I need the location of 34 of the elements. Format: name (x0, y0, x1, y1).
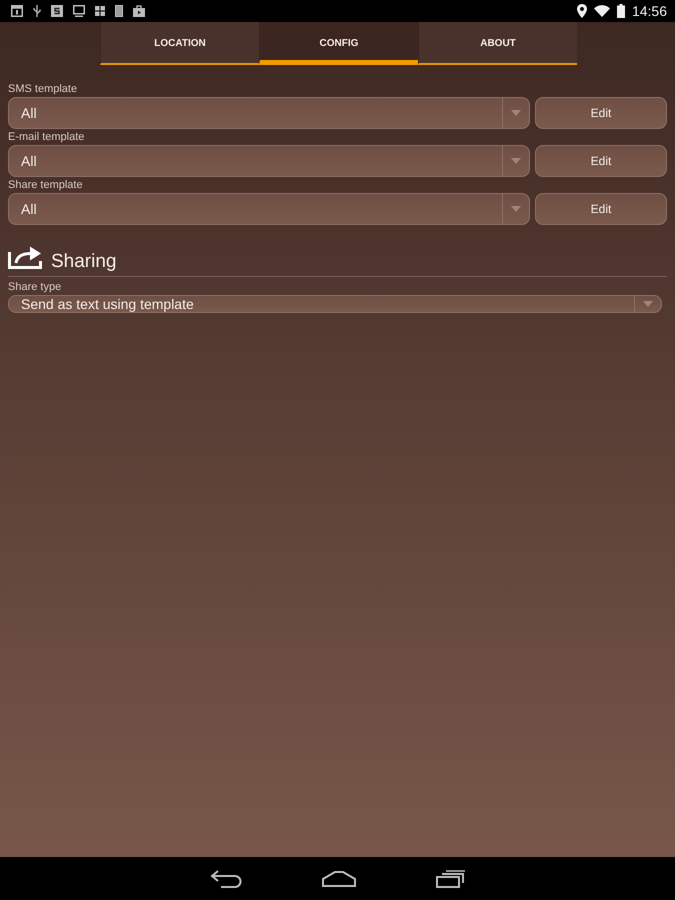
location-pin-icon (576, 4, 587, 18)
status-time: 14:56 (632, 3, 667, 19)
dropdown-caret-icon (643, 301, 653, 307)
dropdown-caret-icon (511, 206, 521, 212)
edit-button[interactable]: Edit (535, 97, 667, 129)
recent-apps-icon[interactable] (436, 870, 466, 888)
field-label: SMS template (8, 82, 78, 97)
field-label: Share type (8, 280, 62, 295)
briefcase-icon (133, 5, 145, 17)
app-icon (51, 5, 63, 17)
section-title: Sharing (51, 250, 116, 274)
tab[interactable]: LOCATION (100, 22, 259, 65)
template-dropdown[interactable]: All (8, 193, 530, 225)
template-dropdown[interactable]: All (8, 145, 530, 177)
device-icon (115, 5, 123, 17)
monitor-icon (73, 5, 85, 17)
share-type-dropdown[interactable]: Send as text using template (8, 295, 662, 313)
share-icon (8, 246, 42, 269)
window-icon (11, 5, 23, 17)
field-label: Share template (8, 178, 83, 193)
battery-icon (616, 4, 625, 18)
wifi-icon (594, 5, 610, 17)
field-label: E-mail template (8, 130, 84, 145)
tab[interactable]: ABOUT (418, 22, 577, 65)
dropdown-caret-icon (511, 158, 521, 164)
edit-button[interactable]: Edit (535, 145, 667, 177)
tab[interactable]: CONFIG (259, 22, 418, 65)
dropdown-caret-icon (511, 110, 521, 116)
edit-button[interactable]: Edit (535, 193, 667, 225)
grid-icon (95, 6, 105, 16)
usb-icon (33, 5, 41, 17)
template-dropdown[interactable]: All (8, 97, 530, 129)
home-icon[interactable] (322, 870, 356, 886)
back-icon[interactable] (210, 870, 242, 888)
